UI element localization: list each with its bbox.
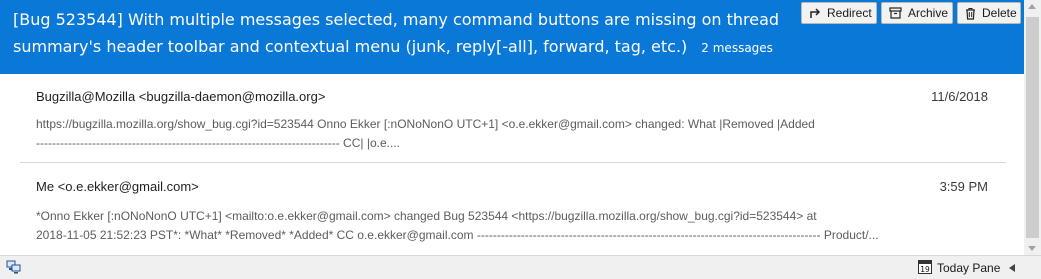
- message-sender[interactable]: Bugzilla@Mozilla <bugzilla-daemon@mozill…: [36, 89, 325, 104]
- redirect-button[interactable]: Redirect: [801, 2, 877, 24]
- message-summary-list: Bugzilla@Mozilla <bugzilla-daemon@mozill…: [0, 74, 1024, 255]
- collapse-arrow-icon: [1009, 263, 1016, 272]
- message-summary-item[interactable]: Bugzilla@Mozilla <bugzilla-daemon@mozill…: [20, 74, 1006, 163]
- scroll-up-arrow-icon[interactable]: [1028, 4, 1036, 9]
- thread-summary-header: [Bug 523544] With multiple messages sele…: [0, 0, 1024, 74]
- archive-icon: [889, 7, 902, 19]
- archive-label: Archive: [908, 6, 949, 20]
- archive-button[interactable]: Archive: [881, 2, 953, 24]
- message-sender[interactable]: Me <o.e.ekker@gmail.com>: [36, 179, 199, 194]
- snippet-line: https://bugzilla.mozilla.org/show_bug.cg…: [36, 117, 815, 131]
- today-pane-toggle[interactable]: 19 Today Pane: [918, 259, 1016, 277]
- message-count: 2 messages: [701, 41, 773, 55]
- message-date: 11/6/2018: [931, 89, 988, 104]
- status-bar: 19 Today Pane: [0, 255, 1041, 279]
- scrollbar-thumb[interactable]: [1026, 17, 1039, 238]
- online-status-icon[interactable]: [6, 260, 22, 277]
- delete-button[interactable]: Delete: [957, 2, 1021, 24]
- message-date: 3:59 PM: [939, 179, 988, 194]
- calendar-icon: 19: [918, 259, 932, 277]
- delete-label: Delete: [982, 6, 1017, 20]
- today-pane-label: Today Pane: [937, 260, 1001, 275]
- snippet-line: *Onno Ekker [:nONoNonO UTC+1] <mailto:o.…: [36, 209, 817, 223]
- message-summary-item[interactable]: Me <o.e.ekker@gmail.com> 3:59 PM *Onno E…: [20, 163, 1006, 255]
- redirect-label: Redirect: [827, 6, 872, 20]
- scroll-down-arrow-icon[interactable]: [1028, 246, 1036, 251]
- vertical-scrollbar[interactable]: [1024, 0, 1041, 255]
- trash-icon: [965, 7, 976, 20]
- thread-subject: [Bug 523544] With multiple messages sele…: [13, 6, 803, 62]
- snippet-line: 2018-11-05 21:52:23 PST*: *What* *Remove…: [36, 228, 879, 242]
- redirect-icon: [809, 7, 821, 19]
- message-snippet: *Onno Ekker [:nONoNonO UTC+1] <mailto:o.…: [36, 207, 976, 245]
- subject-text: [Bug 523544] With multiple messages sele…: [13, 10, 780, 56]
- message-snippet: https://bugzilla.mozilla.org/show_bug.cg…: [36, 115, 976, 153]
- calendar-day-text: 19: [920, 265, 930, 274]
- snippet-line: ----------------------------------------…: [36, 136, 400, 150]
